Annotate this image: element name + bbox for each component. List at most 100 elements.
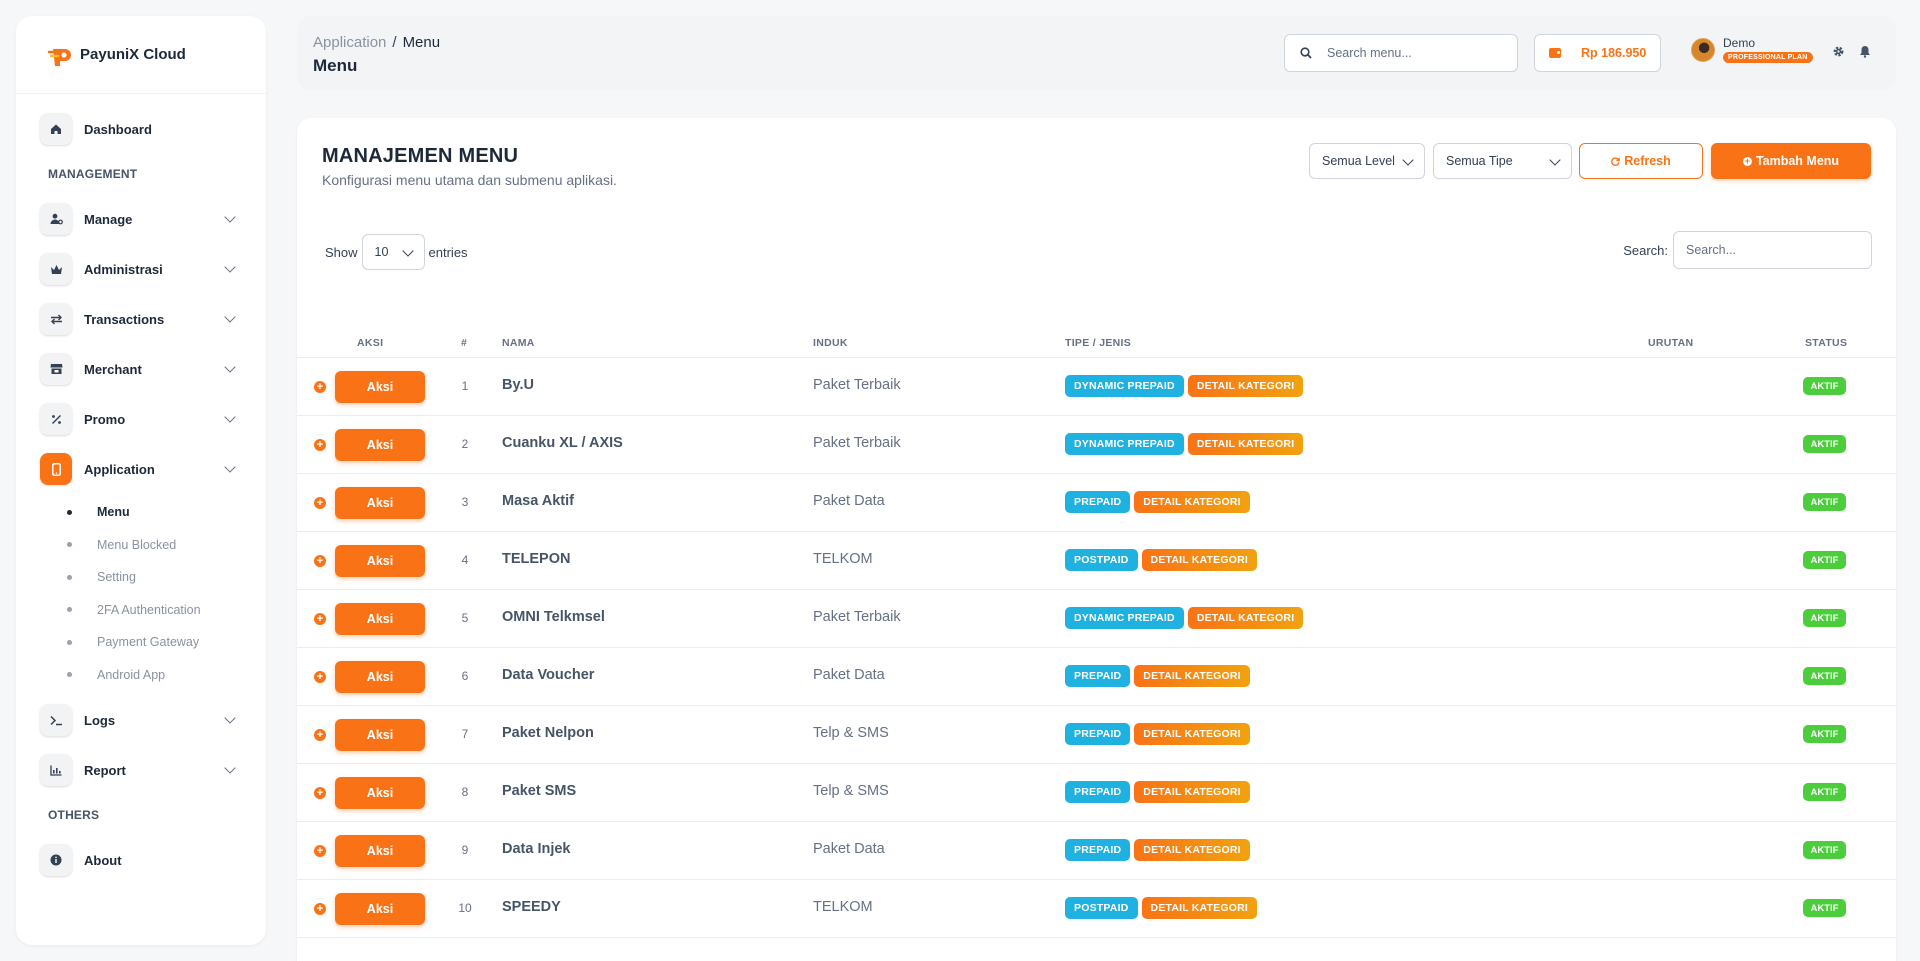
row-type-tags: PREPAID DETAIL KATEGORI (1065, 839, 1254, 861)
chevron-down-icon (224, 461, 236, 473)
table-row: + Aksi 3 Masa Aktif Paket Data PREPAID DETAIL … (297, 474, 1896, 532)
detail-category-badge[interactable]: DETAIL KATEGORI (1134, 723, 1250, 745)
table-search-input[interactable] (1673, 231, 1872, 269)
expand-row-icon[interactable]: + (314, 903, 326, 915)
gear-icon[interactable] (1832, 45, 1845, 61)
sidebar-subitem-android-app[interactable]: Android App (16, 659, 266, 692)
expand-row-icon[interactable]: + (314, 381, 326, 393)
row-parent: Telp & SMS (813, 783, 889, 799)
column-number[interactable]: # (461, 337, 467, 349)
row-number: 1 (461, 379, 469, 393)
bell-icon[interactable] (1859, 45, 1871, 61)
status-badge: AKTIF (1803, 551, 1846, 569)
detail-category-badge[interactable]: DETAIL KATEGORI (1141, 549, 1257, 571)
sidebar-item-about[interactable]: About (16, 835, 266, 885)
sidebar-item-logs[interactable]: Logs (16, 695, 266, 745)
sidebar-subitem-setting[interactable]: Setting (16, 561, 266, 594)
detail-category-badge[interactable]: DETAIL KATEGORI (1134, 839, 1250, 861)
sidebar-subitem-menu[interactable]: Menu (16, 496, 266, 529)
row-action-button[interactable]: Aksi (335, 777, 425, 809)
percent-icon (40, 403, 72, 435)
expand-row-icon[interactable]: + (314, 787, 326, 799)
sidebar-item-label: Application (84, 461, 155, 477)
column-aksi[interactable]: AKSI (357, 337, 383, 349)
sidebar-item-merchant[interactable]: Merchant (16, 344, 266, 394)
refresh-icon (1611, 156, 1620, 166)
detail-category-badge[interactable]: DETAIL KATEGORI (1134, 781, 1250, 803)
expand-row-icon[interactable]: + (314, 845, 326, 857)
expand-row-icon[interactable]: + (314, 439, 326, 451)
sidebar-item-application[interactable]: Application (16, 444, 266, 494)
chevron-down-icon (224, 361, 236, 373)
status-badge: AKTIF (1803, 377, 1846, 395)
row-name: SPEEDY (502, 899, 561, 915)
expand-row-icon[interactable]: + (314, 613, 326, 625)
detail-category-badge[interactable]: DETAIL KATEGORI (1187, 375, 1304, 397)
column-tipe[interactable]: TIPE / JENIS (1065, 337, 1131, 349)
chevron-down-icon (224, 311, 236, 323)
balance-button[interactable]: Rp 186.950 (1534, 34, 1661, 72)
status-badge: AKTIF (1803, 493, 1846, 511)
sidebar-item-administrasi[interactable]: Administrasi (16, 244, 266, 294)
bullet-icon (67, 672, 72, 678)
bullet-icon (67, 639, 72, 645)
bullet-icon (67, 574, 72, 580)
row-number: 9 (461, 843, 469, 857)
type-badge: PREPAID (1065, 839, 1131, 861)
expand-row-icon[interactable]: + (314, 671, 326, 683)
row-action-button[interactable]: Aksi (335, 661, 425, 693)
row-action-button[interactable]: Aksi (335, 429, 425, 461)
sidebar-item-dashboard[interactable]: Dashboard (16, 104, 266, 154)
expand-row-icon[interactable]: + (314, 555, 326, 567)
row-type-tags: PREPAID DETAIL KATEGORI (1065, 723, 1254, 745)
row-type-tags: DYNAMIC PREPAID DETAIL KATEGORI (1065, 607, 1307, 629)
column-induk[interactable]: INDUK (813, 337, 848, 349)
entries-control: Show 10 entries (325, 234, 468, 270)
sidebar-item-manage[interactable]: Manage (16, 194, 266, 244)
row-action-button[interactable]: Aksi (335, 545, 425, 577)
sidebar-nav: Dashboard MANAGEMENT Manage Administrasi… (16, 94, 266, 885)
chevron-down-icon (1402, 154, 1414, 166)
detail-category-badge[interactable]: DETAIL KATEGORI (1141, 897, 1257, 919)
row-action-button[interactable]: Aksi (335, 893, 425, 925)
column-nama[interactable]: NAMA (502, 337, 535, 349)
row-action-button[interactable]: Aksi (335, 487, 425, 519)
detail-category-badge[interactable]: DETAIL KATEGORI (1134, 491, 1250, 513)
sidebar-subitem-payment-gateway[interactable]: Payment Gateway (16, 626, 266, 659)
filter-type-select[interactable]: Semua Tipe (1433, 143, 1572, 179)
column-status[interactable]: STATUS (1805, 337, 1847, 349)
status-badge: AKTIF (1803, 725, 1846, 743)
table-search: Search: (1623, 231, 1872, 269)
sidebar-item-transactions[interactable]: Transactions (16, 294, 266, 344)
entries-select[interactable]: 10 (361, 234, 425, 270)
row-action-button[interactable]: Aksi (335, 835, 425, 867)
sidebar-item-label: Administrasi (84, 261, 163, 277)
wallet-icon (1549, 48, 1561, 58)
sidebar-item-promo[interactable]: Promo (16, 394, 266, 444)
breadcrumb-parent[interactable]: Application (313, 34, 386, 51)
search-icon (1285, 47, 1327, 59)
column-urutan[interactable]: URUTAN (1648, 337, 1693, 349)
crown-icon (40, 253, 72, 285)
row-action-button[interactable]: Aksi (335, 603, 425, 635)
expand-row-icon[interactable]: + (314, 497, 326, 509)
detail-category-badge[interactable]: DETAIL KATEGORI (1134, 665, 1250, 687)
chevron-down-icon (224, 762, 236, 774)
sidebar-subitem-menu-blocked[interactable]: Menu Blocked (16, 529, 266, 562)
row-action-button[interactable]: Aksi (335, 719, 425, 751)
filter-level-select[interactable]: Semua Level (1309, 143, 1425, 179)
user-menu[interactable]: Demo PROFESSIONAL PLAN (1691, 36, 1813, 63)
refresh-button[interactable]: Refresh (1579, 143, 1703, 179)
plus-circle-icon: + (1742, 155, 1752, 166)
expand-row-icon[interactable]: + (314, 729, 326, 741)
row-type-tags: PREPAID DETAIL KATEGORI (1065, 491, 1254, 513)
sidebar-subitem-2fa[interactable]: 2FA Authentication (16, 594, 266, 627)
add-menu-button[interactable]: + Tambah Menu (1711, 143, 1871, 179)
sidebar-item-report[interactable]: Report (16, 745, 266, 795)
brand[interactable]: PayuniX Cloud (16, 16, 266, 94)
sidebar: PayuniX Cloud Dashboard MANAGEMENT Manag… (16, 16, 266, 945)
header-search-input[interactable] (1327, 46, 1507, 60)
row-action-button[interactable]: Aksi (335, 371, 425, 403)
detail-category-badge[interactable]: DETAIL KATEGORI (1187, 433, 1304, 455)
detail-category-badge[interactable]: DETAIL KATEGORI (1187, 607, 1304, 629)
